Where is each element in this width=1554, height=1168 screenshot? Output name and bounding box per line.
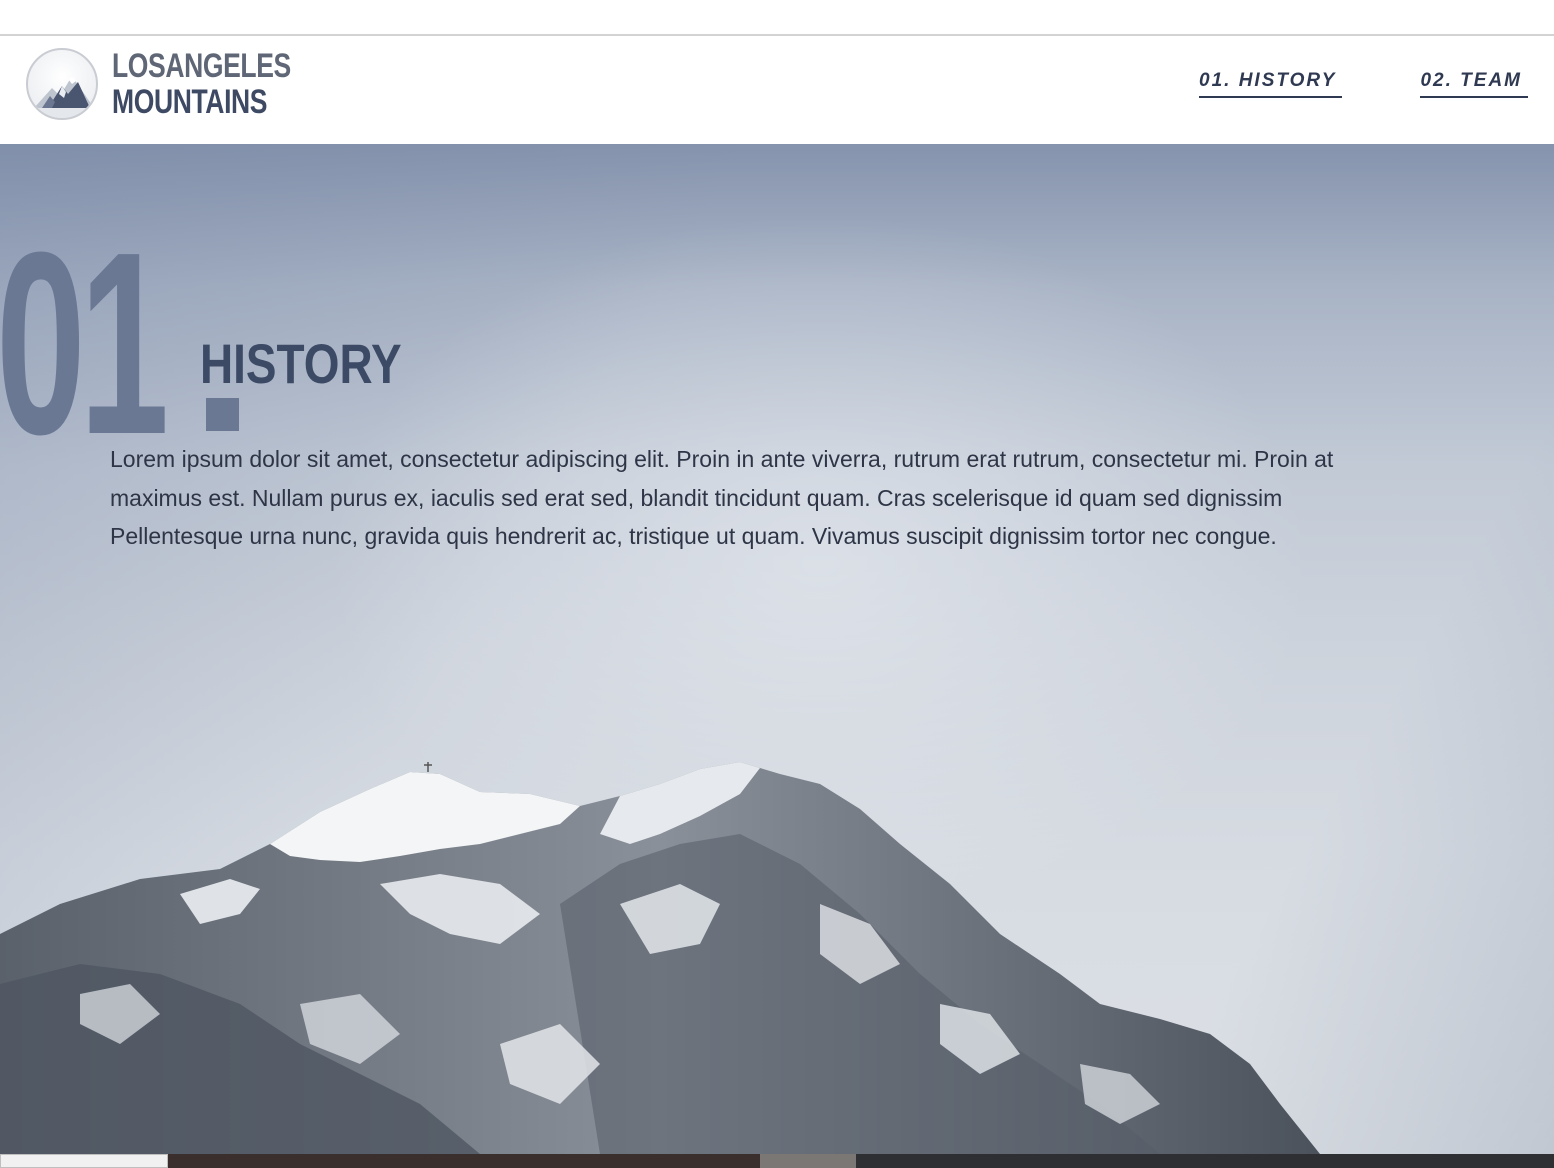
mountain-image: [0, 762, 1320, 1154]
section-title: HISTORY: [200, 332, 402, 395]
next-section-strip: [0, 1154, 1554, 1168]
main-nav: 01. HISTORY 02. TEAM: [1199, 70, 1528, 98]
logo-line1: LOSANGELES: [112, 47, 291, 85]
logo-line2: MOUNTAINS: [112, 83, 268, 121]
site-logo[interactable]: LOSANGELES MOUNTAINS: [26, 48, 341, 120]
site-header: LOSANGELES MOUNTAINS 01. HISTORY 02. TEA…: [0, 36, 1554, 144]
browser-top-area: [0, 0, 1554, 36]
history-section: 01 HISTORY Lorem ipsum dolor sit amet, c…: [0, 144, 1554, 1154]
section-number: 01: [0, 199, 169, 489]
strip-segment: [760, 1154, 856, 1168]
section-body-text: Lorem ipsum dolor sit amet, consectetur …: [110, 446, 1334, 549]
mountain-logo-icon: [26, 48, 98, 120]
strip-segment: [168, 1154, 760, 1168]
strip-segment: [856, 1154, 1554, 1168]
logo-text: LOSANGELES MOUNTAINS: [112, 48, 291, 120]
nav-link-history[interactable]: 01. HISTORY: [1199, 70, 1343, 98]
section-number-dot: [206, 398, 239, 431]
thumbnail-preview[interactable]: [0, 1154, 168, 1168]
nav-link-team[interactable]: 02. TEAM: [1420, 70, 1528, 98]
